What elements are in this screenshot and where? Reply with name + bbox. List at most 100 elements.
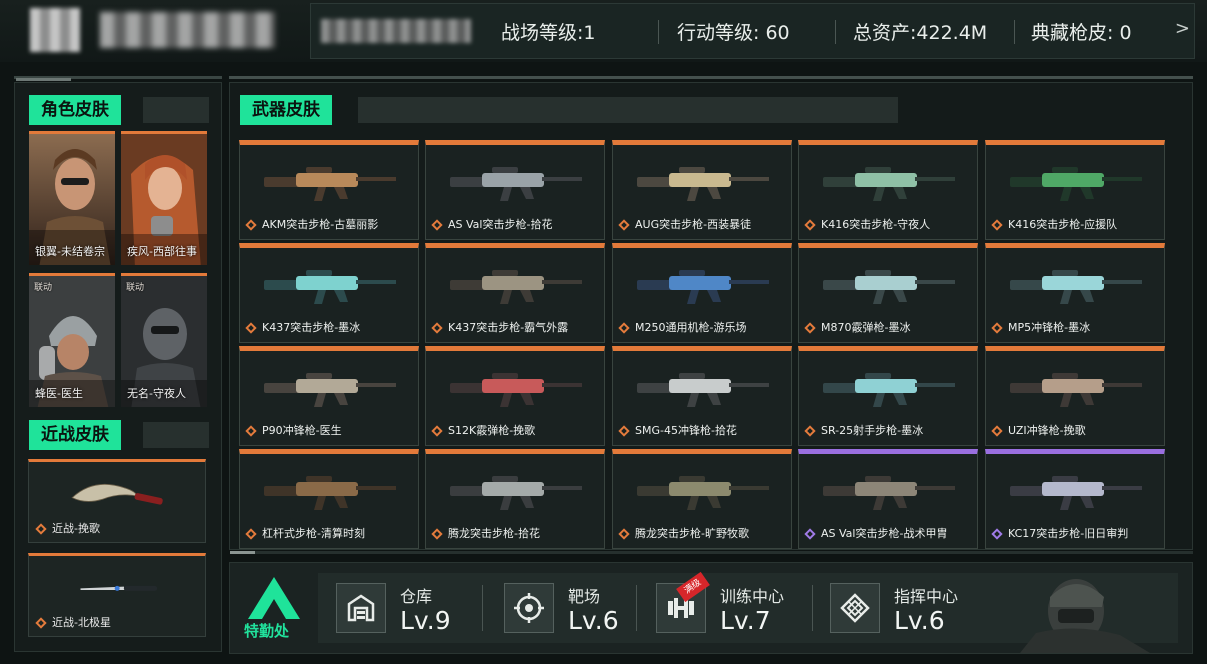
weapon-name-text: M870霰弹枪-墨冰	[821, 321, 911, 334]
weapon-card[interactable]: S12K霰弹枪-挽歌	[425, 346, 605, 446]
weapon-card[interactable]: AS Val突击步枪-战术甲胄	[798, 449, 978, 549]
rarity-diamond-icon	[245, 322, 257, 334]
weapon-image	[637, 373, 769, 407]
weapon-card[interactable]: K437突击步枪-墨冰	[239, 243, 419, 343]
operator-figure	[1020, 579, 1150, 653]
total-assets: 总资产:422.4M	[853, 22, 988, 44]
player-name-blurred	[100, 12, 275, 48]
weapon-card[interactable]: AKM突击步枪-古墓丽影	[239, 140, 419, 240]
rarity-diamond-icon	[618, 528, 630, 540]
weapon-name-text: P90冲锋枪-医生	[262, 424, 342, 437]
weapon-name: K416突击步枪-应援队	[991, 216, 1118, 232]
weapon-image	[450, 167, 582, 201]
battlefield-level: 战场等级:1	[501, 22, 596, 44]
character-name: 银翼-未结卷宗	[35, 245, 105, 258]
divider	[482, 585, 483, 631]
facility-level: Lv.6	[894, 606, 945, 635]
weapon-image	[823, 476, 955, 510]
rarity-diamond-icon	[431, 425, 443, 437]
weapon-card[interactable]: K416突击步枪-守夜人	[798, 140, 978, 240]
facility-name: 指挥中心	[894, 587, 959, 606]
character-card-gale[interactable]: 疾风-西部往事	[121, 131, 207, 265]
weapon-skins-header: 武器皮肤	[240, 95, 898, 125]
weapon-name-text: K437突击步枪-霸气外露	[448, 321, 569, 334]
weapon-image	[1010, 167, 1142, 201]
weapon-name: 腾龙突击步枪-拾花	[431, 525, 540, 541]
weapon-image	[450, 373, 582, 407]
weapon-image	[637, 270, 769, 304]
weapon-image	[637, 167, 769, 201]
weapon-name-text: K437突击步枪-墨冰	[262, 321, 361, 334]
melee-card-polaris[interactable]: 近战-北极星	[28, 553, 206, 637]
rarity-diamond-icon	[991, 322, 1003, 334]
weapon-card[interactable]: M870霰弹枪-墨冰	[798, 243, 978, 343]
weapon-name: KC17突击步枪-旧日审判	[991, 525, 1129, 541]
rarity-diamond-icon	[804, 425, 816, 437]
weapon-card[interactable]: MP5冲锋枪-墨冰	[985, 243, 1165, 343]
weapon-scrollbar[interactable]	[230, 551, 1193, 554]
weapon-name-text: 杠杆式步枪-清算时刻	[262, 527, 365, 540]
weapon-name-text: UZI冲锋枪-挽歌	[1008, 424, 1086, 437]
left-scrollbar[interactable]	[16, 78, 71, 81]
weapon-card[interactable]: SR-25射手步枪-墨冰	[798, 346, 978, 446]
special-ops-logo-icon[interactable]	[246, 575, 302, 621]
weapon-card[interactable]: SMG-45冲锋枪-拾花	[612, 346, 792, 446]
melee-name: 近战-挽歌	[35, 520, 100, 536]
weapon-name-text: 腾龙突击步枪-旷野牧歌	[635, 527, 749, 540]
section-bar	[143, 422, 209, 448]
weapon-image	[450, 270, 582, 304]
section-bar	[358, 97, 898, 123]
rarity-diamond-icon	[245, 425, 257, 437]
weapon-card[interactable]: KC17突击步枪-旧日审判	[985, 449, 1165, 549]
operation-level: 行动等级: 60	[677, 22, 790, 44]
weapon-image	[637, 476, 769, 510]
weapon-name-text: 腾龙突击步枪-拾花	[448, 527, 540, 540]
warehouse-icon	[336, 583, 386, 633]
weapon-name: K416突击步枪-守夜人	[804, 216, 930, 232]
rarity-diamond-icon	[991, 219, 1003, 231]
weapon-card[interactable]: UZI冲锋枪-挽歌	[985, 346, 1165, 446]
weapon-card[interactable]: K437突击步枪-霸气外露	[425, 243, 605, 343]
weapon-image	[1010, 270, 1142, 304]
melee-card-elegy[interactable]: 近战-挽歌	[28, 459, 206, 543]
weapon-image	[823, 167, 955, 201]
weapon-image	[264, 373, 396, 407]
character-card-silver-wing[interactable]: 银翼-未结卷宗	[29, 131, 115, 265]
player-avatar-blurred[interactable]	[30, 8, 80, 52]
weapon-image	[264, 270, 396, 304]
rarity-diamond-icon	[804, 322, 816, 334]
facility-level: Lv.7	[720, 606, 771, 635]
player-id-blurred	[321, 19, 471, 43]
weapon-card[interactable]: K416突击步枪-应援队	[985, 140, 1165, 240]
weapon-name: K437突击步枪-霸气外露	[431, 319, 569, 335]
character-name: 蜂医-医生	[35, 387, 83, 400]
facility-level: Lv.6	[568, 606, 619, 635]
scroll-thumb[interactable]	[230, 551, 255, 554]
special-ops-label[interactable]: 特勤处	[244, 620, 289, 641]
character-card-nameless[interactable]: 联动 无名-守夜人	[121, 273, 207, 407]
weapon-name-text: MP5冲锋枪-墨冰	[1008, 321, 1091, 334]
weapon-card[interactable]: P90冲锋枪-医生	[239, 346, 419, 446]
weapon-name-text: K416突击步枪-应援队	[1008, 218, 1118, 231]
divider	[812, 585, 813, 631]
weapon-card[interactable]: M250通用机枪-游乐场	[612, 243, 792, 343]
weapon-card[interactable]: 腾龙突击步枪-拾花	[425, 449, 605, 549]
command-icon	[830, 583, 880, 633]
melee-name-text: 近战-挽歌	[52, 522, 100, 535]
weapon-name: 腾龙突击步枪-旷野牧歌	[618, 525, 749, 541]
weapon-card[interactable]: 杠杆式步枪-清算时刻	[239, 449, 419, 549]
weapon-card[interactable]: AS Val突击步枪-拾花	[425, 140, 605, 240]
rarity-diamond-icon	[618, 322, 630, 334]
rarity-diamond-icon	[804, 528, 816, 540]
weapon-name: S12K霰弹枪-挽歌	[431, 422, 535, 438]
weapon-name-text: AUG突击步枪-西装暴徒	[635, 218, 752, 231]
collab-tag: 联动	[126, 283, 145, 293]
character-card-bee-medic[interactable]: 联动 蜂医-医生	[29, 273, 115, 407]
weapon-card[interactable]: AUG突击步枪-西装暴徒	[612, 140, 792, 240]
rarity-diamond-icon	[245, 219, 257, 231]
top-bar: 战场等级:1 行动等级: 60 总资产:422.4M 典藏枪皮: 0 >	[0, 0, 1207, 62]
section-bar	[143, 97, 209, 123]
weapon-name-text: KC17突击步枪-旧日审判	[1008, 527, 1129, 540]
chevron-right-icon[interactable]: >	[1175, 18, 1190, 39]
weapon-card[interactable]: 腾龙突击步枪-旷野牧歌	[612, 449, 792, 549]
